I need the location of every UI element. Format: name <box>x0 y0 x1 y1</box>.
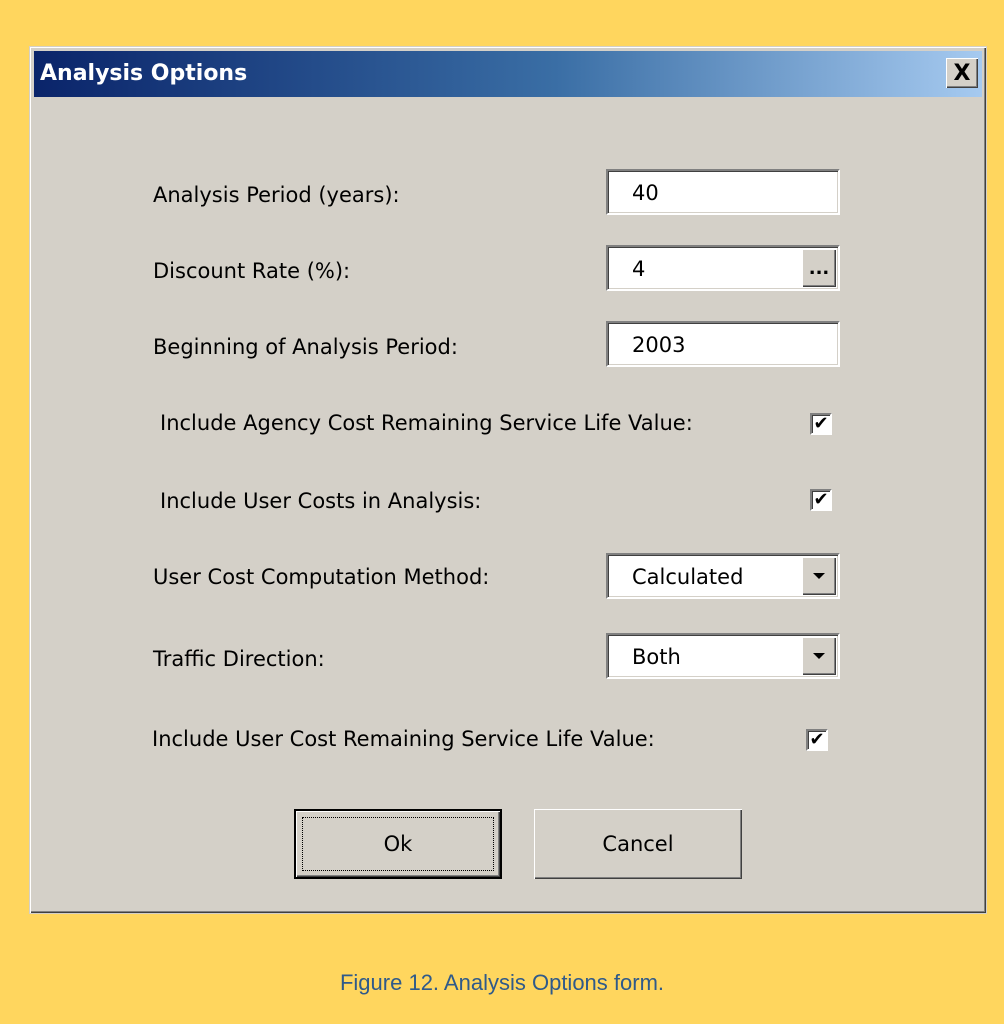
analysis-options-dialog: Analysis Options X Analysis Period (year… <box>29 46 987 914</box>
figure-caption: Figure 12. Analysis Options form. <box>339 970 665 995</box>
traffic-direction-value: Both <box>632 645 681 669</box>
close-button[interactable]: X <box>946 58 978 88</box>
focus-ring <box>302 817 494 871</box>
traffic-direction-label: Traffic Direction: <box>153 647 325 671</box>
analysis-period-input[interactable]: 40 <box>606 169 840 215</box>
computation-method-value: Calculated <box>632 565 744 589</box>
computation-method-dropdown-button[interactable] <box>802 557 836 595</box>
discount-rate-label: Discount Rate (%): <box>153 259 351 283</box>
traffic-direction-select[interactable]: Both <box>606 633 840 679</box>
discount-rate-input[interactable]: 4 ... <box>606 245 840 291</box>
close-icon: X <box>953 60 971 86</box>
ok-button[interactable]: Ok <box>294 809 502 879</box>
beginning-period-input[interactable]: 2003 <box>606 321 840 367</box>
agency-cost-checkbox[interactable]: ✔ <box>810 413 832 435</box>
discount-rate-browse-button[interactable]: ... <box>802 249 836 287</box>
beginning-period-label: Beginning of Analysis Period: <box>153 335 458 359</box>
chevron-down-icon <box>813 573 825 579</box>
user-remaining-checkbox[interactable]: ✔ <box>806 729 828 751</box>
computation-method-label: User Cost Computation Method: <box>153 565 490 589</box>
analysis-period-label: Analysis Period (years): <box>153 183 400 207</box>
chevron-down-icon <box>813 653 825 659</box>
beginning-period-value: 2003 <box>632 333 686 357</box>
agency-cost-label: Include Agency Cost Remaining Service Li… <box>160 411 693 435</box>
analysis-period-value: 40 <box>632 181 659 205</box>
discount-rate-value: 4 <box>632 257 646 281</box>
dialog-title: Analysis Options <box>40 61 248 86</box>
computation-method-select[interactable]: Calculated <box>606 553 840 599</box>
title-bar[interactable]: Analysis Options X <box>34 51 982 97</box>
user-costs-label: Include User Costs in Analysis: <box>160 489 482 513</box>
cancel-button-label: Cancel <box>602 832 674 856</box>
user-costs-checkbox[interactable]: ✔ <box>810 489 832 511</box>
traffic-direction-dropdown-button[interactable] <box>802 637 836 675</box>
user-remaining-label: Include User Cost Remaining Service Life… <box>152 727 655 751</box>
checkmark-icon: ✔ <box>809 729 825 750</box>
checkmark-icon: ✔ <box>813 413 829 434</box>
cancel-button[interactable]: Cancel <box>534 809 742 879</box>
checkmark-icon: ✔ <box>813 489 829 510</box>
ellipsis-icon: ... <box>808 257 830 279</box>
